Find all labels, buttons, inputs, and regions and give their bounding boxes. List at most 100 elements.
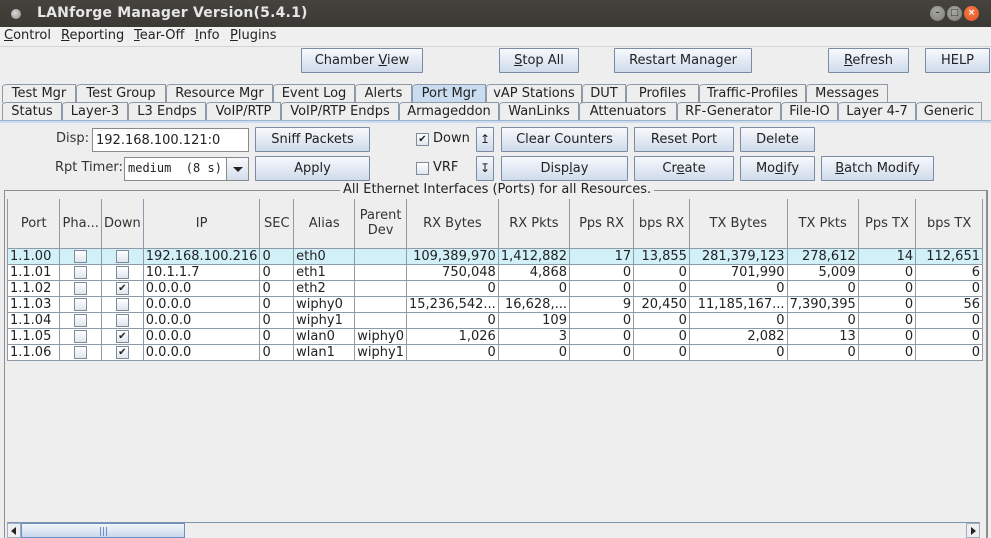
col-header-sec[interactable]: SEC <box>259 199 295 249</box>
cell-sec[interactable]: 0 <box>259 248 295 265</box>
cell-pps-rx[interactable]: 0 <box>569 312 635 329</box>
cell-bps-tx[interactable]: 112,651 <box>915 248 983 265</box>
table-row[interactable]: 1.1.03 0.0.0.0 0 wiphy0 15,236,542... 16,628,… <box>7 296 983 313</box>
cell-pps-tx[interactable]: 0 <box>858 328 917 345</box>
cell-alias[interactable]: eth2 <box>293 280 356 297</box>
tab-status[interactable]: Status <box>2 102 62 121</box>
batch-modify-button[interactable]: Batch Modify <box>821 156 934 181</box>
cell-parent-dev[interactable] <box>354 248 407 265</box>
cell-rx-pkts[interactable]: 3 <box>498 328 570 345</box>
create-button[interactable]: Create <box>634 156 734 181</box>
cell-bps-tx[interactable]: 0 <box>915 344 983 361</box>
phantom-checkbox-cell[interactable] <box>74 297 88 311</box>
sniff-packets-button[interactable]: Sniff Packets <box>255 127 370 152</box>
cell-rx-bytes[interactable]: 15,236,542... <box>406 296 499 313</box>
cell-down[interactable] <box>101 296 144 313</box>
cell-tx-bytes[interactable]: 701,990 <box>689 264 788 281</box>
down-checkbox[interactable]: ✔ <box>416 133 429 146</box>
tab-event-log[interactable]: Event Log <box>273 84 355 103</box>
scrollbar-thumb[interactable] <box>21 523 185 538</box>
menu-tear-off[interactable]: Tear-Off <box>134 28 184 43</box>
down-checkbox-cell[interactable]: ✔ <box>115 281 129 295</box>
cell-sec[interactable]: 0 <box>259 280 295 297</box>
cell-bps-rx[interactable]: 0 <box>633 280 690 297</box>
tab-resource-mgr[interactable]: Resource Mgr <box>166 84 273 103</box>
display-button[interactable]: Display <box>501 156 628 181</box>
cell-pps-tx[interactable]: 14 <box>858 248 917 265</box>
clear-counters-button[interactable]: Clear Counters <box>501 127 628 152</box>
phantom-checkbox-cell[interactable] <box>74 249 88 263</box>
tab-rf-generator[interactable]: RF-Generator <box>677 102 781 121</box>
cell-rx-pkts[interactable]: 109 <box>498 312 570 329</box>
down-checkbox-cell[interactable] <box>115 297 129 311</box>
cell-parent-dev[interactable] <box>354 296 407 313</box>
cell-tx-pkts[interactable]: 0 <box>787 344 859 361</box>
cell-bps-tx[interactable]: 56 <box>915 296 983 313</box>
menu-control[interactable]: Control <box>4 28 51 43</box>
cell-phantom[interactable] <box>59 296 102 313</box>
cell-rx-pkts[interactable]: 1,412,882 <box>498 248 570 265</box>
phantom-checkbox-cell[interactable] <box>74 313 88 327</box>
cell-down[interactable] <box>101 248 144 265</box>
maximize-icon[interactable]: □ <box>947 6 962 21</box>
cell-rx-bytes[interactable]: 109,389,970 <box>406 248 499 265</box>
cell-bps-tx[interactable]: 0 <box>915 328 983 345</box>
cell-pps-tx[interactable]: 0 <box>858 344 917 361</box>
cell-tx-bytes[interactable]: 0 <box>689 312 788 329</box>
cell-port[interactable]: 1.1.06 <box>7 344 61 361</box>
cell-sec[interactable]: 0 <box>259 344 295 361</box>
cell-ip[interactable]: 0.0.0.0 <box>143 296 261 313</box>
cell-bps-rx[interactable]: 0 <box>633 264 690 281</box>
close-icon[interactable]: × <box>964 6 979 21</box>
col-header-bps-rx[interactable]: bps RX <box>633 199 690 249</box>
sort-down-button[interactable]: ↧ <box>476 156 494 181</box>
cell-ip[interactable]: 10.1.1.7 <box>143 264 261 281</box>
cell-bps-tx[interactable]: 0 <box>915 280 983 297</box>
tab-armageddon[interactable]: Armageddon <box>399 102 499 121</box>
table-row[interactable]: 1.1.02 ✔ 0.0.0.0 0 eth2 0 0 0 0 0 0 0 0 <box>7 280 983 297</box>
scroll-left-icon[interactable] <box>7 523 21 538</box>
col-header-port[interactable]: Port <box>7 199 61 249</box>
col-header-ip[interactable]: IP <box>143 199 261 249</box>
cell-pps-tx[interactable]: 0 <box>858 312 917 329</box>
cell-down[interactable]: ✔ <box>101 344 144 361</box>
tab-dut[interactable]: DUT <box>582 84 626 103</box>
col-header-phantom[interactable]: Pha... <box>59 199 102 249</box>
cell-rx-pkts[interactable]: 4,868 <box>498 264 570 281</box>
down-checkbox-cell[interactable] <box>115 265 129 279</box>
menu-plugins[interactable]: Plugins <box>230 28 277 43</box>
cell-bps-rx[interactable]: 13,855 <box>633 248 690 265</box>
cell-down[interactable]: ✔ <box>101 328 144 345</box>
col-header-tx-pkts[interactable]: TX Pkts <box>787 199 859 249</box>
phantom-checkbox-cell[interactable] <box>74 265 88 279</box>
tab-voip-rtp-endps[interactable]: VoIP/RTP Endps <box>281 102 399 121</box>
tab-wanlinks[interactable]: WanLinks <box>499 102 579 121</box>
down-checkbox-cell[interactable] <box>115 313 129 327</box>
cell-parent-dev[interactable] <box>354 264 407 281</box>
cell-rx-pkts[interactable]: 16,628,... <box>498 296 570 313</box>
cell-rx-bytes[interactable]: 0 <box>406 280 499 297</box>
reset-port-button[interactable]: Reset Port <box>634 127 734 152</box>
cell-ip[interactable]: 0.0.0.0 <box>143 328 261 345</box>
tab-generic[interactable]: Generic <box>916 102 982 121</box>
vrf-checkbox[interactable] <box>416 162 429 175</box>
cell-port[interactable]: 1.1.01 <box>7 264 61 281</box>
cell-parent-dev[interactable] <box>354 280 407 297</box>
cell-phantom[interactable] <box>59 248 102 265</box>
cell-ip[interactable]: 0.0.0.0 <box>143 344 261 361</box>
cell-alias[interactable]: wiphy0 <box>293 296 356 313</box>
apply-button[interactable]: Apply <box>255 156 370 181</box>
cell-alias[interactable]: wlan1 <box>293 344 356 361</box>
cell-parent-dev[interactable]: wiphy1 <box>354 344 407 361</box>
cell-down[interactable]: ✔ <box>101 280 144 297</box>
cell-tx-bytes[interactable]: 11,185,167... <box>689 296 788 313</box>
cell-bps-tx[interactable]: 0 <box>915 312 983 329</box>
cell-alias[interactable]: wlan0 <box>293 328 356 345</box>
tab-test-group[interactable]: Test Group <box>76 84 166 103</box>
col-header-pps-rx[interactable]: Pps RX <box>569 199 635 249</box>
cell-down[interactable] <box>101 312 144 329</box>
cell-rx-pkts[interactable]: 0 <box>498 280 570 297</box>
cell-phantom[interactable] <box>59 344 102 361</box>
col-header-tx-bytes[interactable]: TX Bytes <box>689 199 788 249</box>
table-row[interactable]: 1.1.04 0.0.0.0 0 wiphy1 0 109 0 0 0 0 0 0 <box>7 312 983 329</box>
